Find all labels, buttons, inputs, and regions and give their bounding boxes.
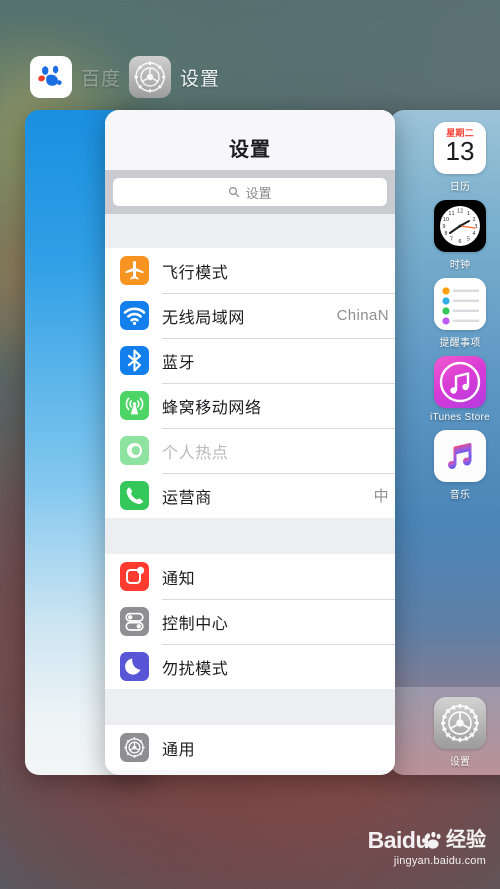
settings-row-value: ChinaN <box>336 307 389 324</box>
settings-group-general: 通用 <box>105 725 395 770</box>
settings-row-control-center[interactable]: 控制中心 <box>105 599 395 644</box>
settings-row-label: 飞行模式 <box>162 264 229 282</box>
section-gap <box>105 214 395 248</box>
svg-text:5: 5 <box>467 237 470 243</box>
watermark-brand-latin: Baidu <box>367 827 430 853</box>
baidu-paw-icon <box>422 832 441 849</box>
settings-group-notifications: 通知 控制中心 勿扰模式 <box>105 554 395 689</box>
home-app-reminders[interactable]: 提醒事项 <box>390 278 500 349</box>
settings-row-value: 中 <box>373 488 389 505</box>
notifications-icon <box>120 562 149 591</box>
app-switcher-header: 百度 设置 <box>0 50 500 104</box>
settings-row-label: 通用 <box>162 741 196 759</box>
settings-gear-icon[interactable] <box>434 697 486 749</box>
app-card-home-screen[interactable]: 星期二 13 日历 12 1 2 345 678 9 10 11 时钟 提醒事项… <box>390 110 500 775</box>
app-card-settings[interactable]: 设置 设置 飞行模式 无线局域网 ChinaN 蓝牙 蜂窝移动网络 个人热点 运… <box>105 110 395 775</box>
home-app-calendar[interactable]: 星期二 13 日历 <box>390 122 500 193</box>
home-app-label: 音乐 <box>449 490 471 501</box>
section-gap <box>105 689 395 725</box>
home-app-label: iTunes Store <box>430 412 490 423</box>
watermark-brand-cn: 经验 <box>446 829 486 851</box>
dock-app-label: 设置 <box>449 757 471 768</box>
baidu-jingyan-watermark: Baidu 经验 jingyan.baidu.com <box>367 827 486 868</box>
settings-app-icon[interactable] <box>129 56 172 98</box>
home-app-label: 日历 <box>449 182 471 193</box>
switcher-label-settings: 设置 <box>180 68 221 90</box>
home-app-music[interactable]: 音乐 <box>390 430 500 501</box>
carrier-phone-icon <box>120 481 149 510</box>
settings-row-label: 通知 <box>162 570 196 588</box>
airplane-icon <box>120 256 149 285</box>
home-app-label: 提醒事项 <box>439 338 481 349</box>
page-title: 设置 <box>229 139 271 161</box>
home-app-clock[interactable]: 12 1 2 345 678 9 10 11 时钟 <box>390 200 500 271</box>
hotspot-icon <box>120 436 149 465</box>
settings-row-label: 无线局域网 <box>162 309 246 327</box>
settings-row-carrier[interactable]: 运营商 中 <box>105 473 395 518</box>
search-placeholder: 设置 <box>245 185 272 201</box>
settings-row-bluetooth[interactable]: 蓝牙 <box>105 338 395 383</box>
home-screen-dock: 设置 <box>390 687 500 775</box>
do-not-disturb-icon <box>120 652 149 681</box>
search-input[interactable]: 设置 <box>113 178 387 206</box>
settings-nav-bar: 设置 <box>105 110 395 170</box>
switcher-entry-settings[interactable]: 设置 <box>129 56 220 98</box>
svg-text:12: 12 <box>457 209 463 215</box>
music-icon[interactable] <box>434 430 486 482</box>
calendar-day-number: 13 <box>445 136 475 166</box>
svg-text:4: 4 <box>472 231 475 237</box>
control-center-icon <box>120 607 149 636</box>
settings-row-label: 控制中心 <box>162 615 229 633</box>
bluetooth-icon <box>120 346 149 375</box>
svg-text:11: 11 <box>448 211 454 217</box>
clock-icon[interactable]: 12 1 2 345 678 9 10 11 <box>434 200 486 252</box>
home-screen-app-grid: 星期二 13 日历 12 1 2 345 678 9 10 11 时钟 提醒事项… <box>390 110 500 508</box>
settings-row-label: 运营商 <box>162 489 212 507</box>
settings-row-cellular[interactable]: 蜂窝移动网络 <box>105 383 395 428</box>
cellular-icon <box>120 391 149 420</box>
svg-text:6: 6 <box>458 239 461 245</box>
svg-text:7: 7 <box>450 237 453 243</box>
home-app-label: 时钟 <box>449 260 471 271</box>
svg-text:10: 10 <box>443 217 449 223</box>
settings-row-label: 个人热点 <box>162 444 229 462</box>
settings-row-do-not-disturb[interactable]: 勿扰模式 <box>105 644 395 689</box>
general-gear-icon <box>120 733 149 762</box>
switcher-entry-baidu[interactable]: 百度 <box>30 56 121 98</box>
svg-text:8: 8 <box>444 231 447 237</box>
settings-row-label: 蓝牙 <box>162 354 196 372</box>
itunes-store-icon[interactable] <box>434 356 486 408</box>
dock-app-settings[interactable]: 设置 <box>390 697 500 768</box>
wifi-icon <box>120 301 149 330</box>
svg-text:9: 9 <box>442 224 445 230</box>
settings-group-connectivity: 飞行模式 无线局域网 ChinaN 蓝牙 蜂窝移动网络 个人热点 运营商 中 <box>105 248 395 518</box>
home-app-itunes-store[interactable]: iTunes Store <box>390 356 500 423</box>
calendar-icon[interactable]: 星期二 13 <box>434 122 486 174</box>
search-bar-container: 设置 <box>105 170 395 214</box>
watermark-url: jingyan.baidu.com <box>393 855 486 867</box>
settings-row-label: 勿扰模式 <box>162 660 229 678</box>
settings-row-general[interactable]: 通用 <box>105 725 395 770</box>
svg-text:1: 1 <box>467 211 470 217</box>
section-gap <box>105 518 395 554</box>
svg-text:2: 2 <box>472 217 475 223</box>
settings-row-personal-hotspot[interactable]: 个人热点 <box>105 428 395 473</box>
svg-text:3: 3 <box>474 224 477 230</box>
reminders-icon[interactable] <box>434 278 486 330</box>
search-icon <box>229 186 240 198</box>
settings-row-wifi[interactable]: 无线局域网 ChinaN <box>105 293 395 338</box>
settings-row-label: 蜂窝移动网络 <box>162 399 262 417</box>
baidu-app-icon[interactable] <box>30 56 72 98</box>
settings-row-notifications[interactable]: 通知 <box>105 554 395 599</box>
settings-row-airplane-mode[interactable]: 飞行模式 <box>105 248 395 293</box>
switcher-label-baidu: 百度 <box>81 68 122 90</box>
